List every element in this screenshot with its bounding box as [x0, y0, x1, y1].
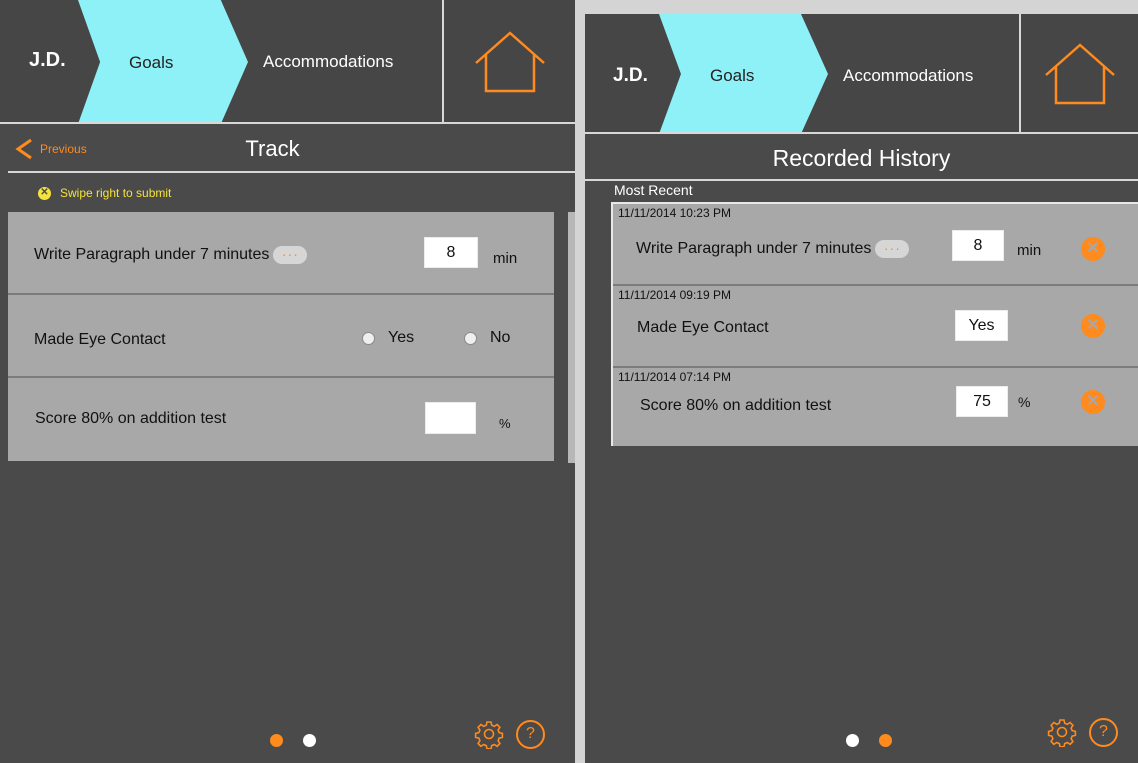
page-dot-active[interactable]: [879, 734, 892, 747]
goal-value-input[interactable]: [425, 402, 476, 434]
home-icon: [474, 31, 545, 93]
help-icon[interactable]: ?: [516, 719, 545, 749]
entry-timestamp: 11/11/2014 09:19 PM: [618, 288, 731, 302]
title-bar: Previous Track: [0, 124, 575, 174]
student-initials[interactable]: J.D.: [613, 65, 648, 87]
radio-yes[interactable]: Yes: [362, 329, 414, 347]
page-dot[interactable]: [303, 734, 316, 747]
gear-icon[interactable]: [474, 719, 504, 749]
history-entry: 11/11/2014 10:23 PM Write Paragraph unde…: [613, 204, 1138, 286]
page-indicator: [270, 734, 336, 747]
radio-no[interactable]: No: [464, 329, 510, 347]
gear-icon[interactable]: [1047, 717, 1077, 747]
home-button[interactable]: [1019, 14, 1138, 134]
tab-goals-label[interactable]: Goals: [129, 53, 173, 73]
unit-label: min: [1017, 242, 1042, 259]
next-page-peek: [568, 212, 575, 463]
goal-label: Score 80% on addition test: [35, 410, 227, 427]
delete-icon[interactable]: ✕: [1081, 390, 1105, 414]
help-icon[interactable]: ?: [1089, 717, 1118, 747]
delete-icon[interactable]: ✕: [1081, 237, 1105, 261]
swipe-hint-text: Swipe right to submit: [60, 186, 172, 200]
track-panel: J.D. Goals Accommodations Previous Track…: [0, 0, 575, 763]
divider: [585, 179, 1138, 181]
x-circle-icon: ✕: [38, 186, 51, 200]
tab-goals-label[interactable]: Goals: [710, 66, 754, 86]
goal-list: Write Paragraph under 7 minutes 8 min Ma…: [8, 212, 554, 461]
page-title: Track: [245, 136, 300, 161]
unit-label: %: [1018, 394, 1031, 410]
history-list: 11/11/2014 10:23 PM Write Paragraph unde…: [611, 202, 1138, 446]
entry-timestamp: 11/11/2014 07:14 PM: [618, 370, 731, 384]
entry-value[interactable]: 8: [952, 230, 1004, 261]
more-icon[interactable]: [875, 239, 910, 258]
footer-icons: ?: [1047, 717, 1118, 747]
page-indicator: [846, 734, 912, 747]
goal-row: Score 80% on addition test %: [8, 378, 554, 461]
top-navigation: J.D. Goals Accommodations: [0, 0, 575, 124]
divider: [8, 171, 575, 173]
tab-accommodations[interactable]: Accommodations: [263, 52, 393, 72]
radio-no-label: No: [490, 329, 511, 346]
section-label: Most Recent: [614, 182, 693, 198]
unit-label: %: [499, 416, 511, 431]
goal-row: Write Paragraph under 7 minutes 8 min: [8, 212, 554, 295]
delete-icon[interactable]: ✕: [1081, 314, 1105, 338]
radio-circle-icon: [464, 331, 477, 345]
goal-label: Score 80% on addition test: [640, 397, 832, 414]
goal-row: Made Eye Contact Yes No: [8, 295, 554, 378]
entry-value[interactable]: Yes: [955, 310, 1008, 341]
goal-label: Made Eye Contact: [34, 331, 166, 348]
unit-label: min: [493, 250, 518, 267]
history-entry: 11/11/2014 07:14 PM Score 80% on additio…: [613, 368, 1138, 446]
history-entry: 11/11/2014 09:19 PM Made Eye Contact Yes…: [613, 286, 1138, 368]
entry-value[interactable]: 75: [956, 386, 1008, 417]
home-icon: [1044, 43, 1115, 105]
page-title: Recorded History: [772, 145, 951, 171]
page-dot-active[interactable]: [270, 734, 283, 747]
goal-label: Made Eye Contact: [637, 319, 769, 336]
goal-value-input[interactable]: 8: [424, 237, 478, 268]
radio-yes-label: Yes: [388, 329, 415, 346]
entry-timestamp: 11/11/2014 10:23 PM: [618, 206, 731, 220]
student-initials[interactable]: J.D.: [29, 49, 66, 72]
footer-icons: ?: [474, 719, 545, 749]
goal-label: Write Paragraph under 7 minutes: [636, 239, 910, 258]
more-icon[interactable]: [273, 245, 308, 264]
tab-accommodations[interactable]: Accommodations: [843, 66, 973, 86]
title-bar: Recorded History: [585, 134, 1138, 182]
goal-label: Write Paragraph under 7 minutes: [34, 245, 308, 264]
radio-circle-icon: [362, 331, 375, 345]
top-navigation: J.D. Goals Accommodations: [585, 14, 1138, 134]
page-dot[interactable]: [846, 734, 859, 747]
swipe-hint: ✕ Swipe right to submit: [38, 186, 171, 200]
home-button[interactable]: [442, 0, 575, 124]
history-panel: J.D. Goals Accommodations Recorded Histo…: [585, 14, 1138, 763]
